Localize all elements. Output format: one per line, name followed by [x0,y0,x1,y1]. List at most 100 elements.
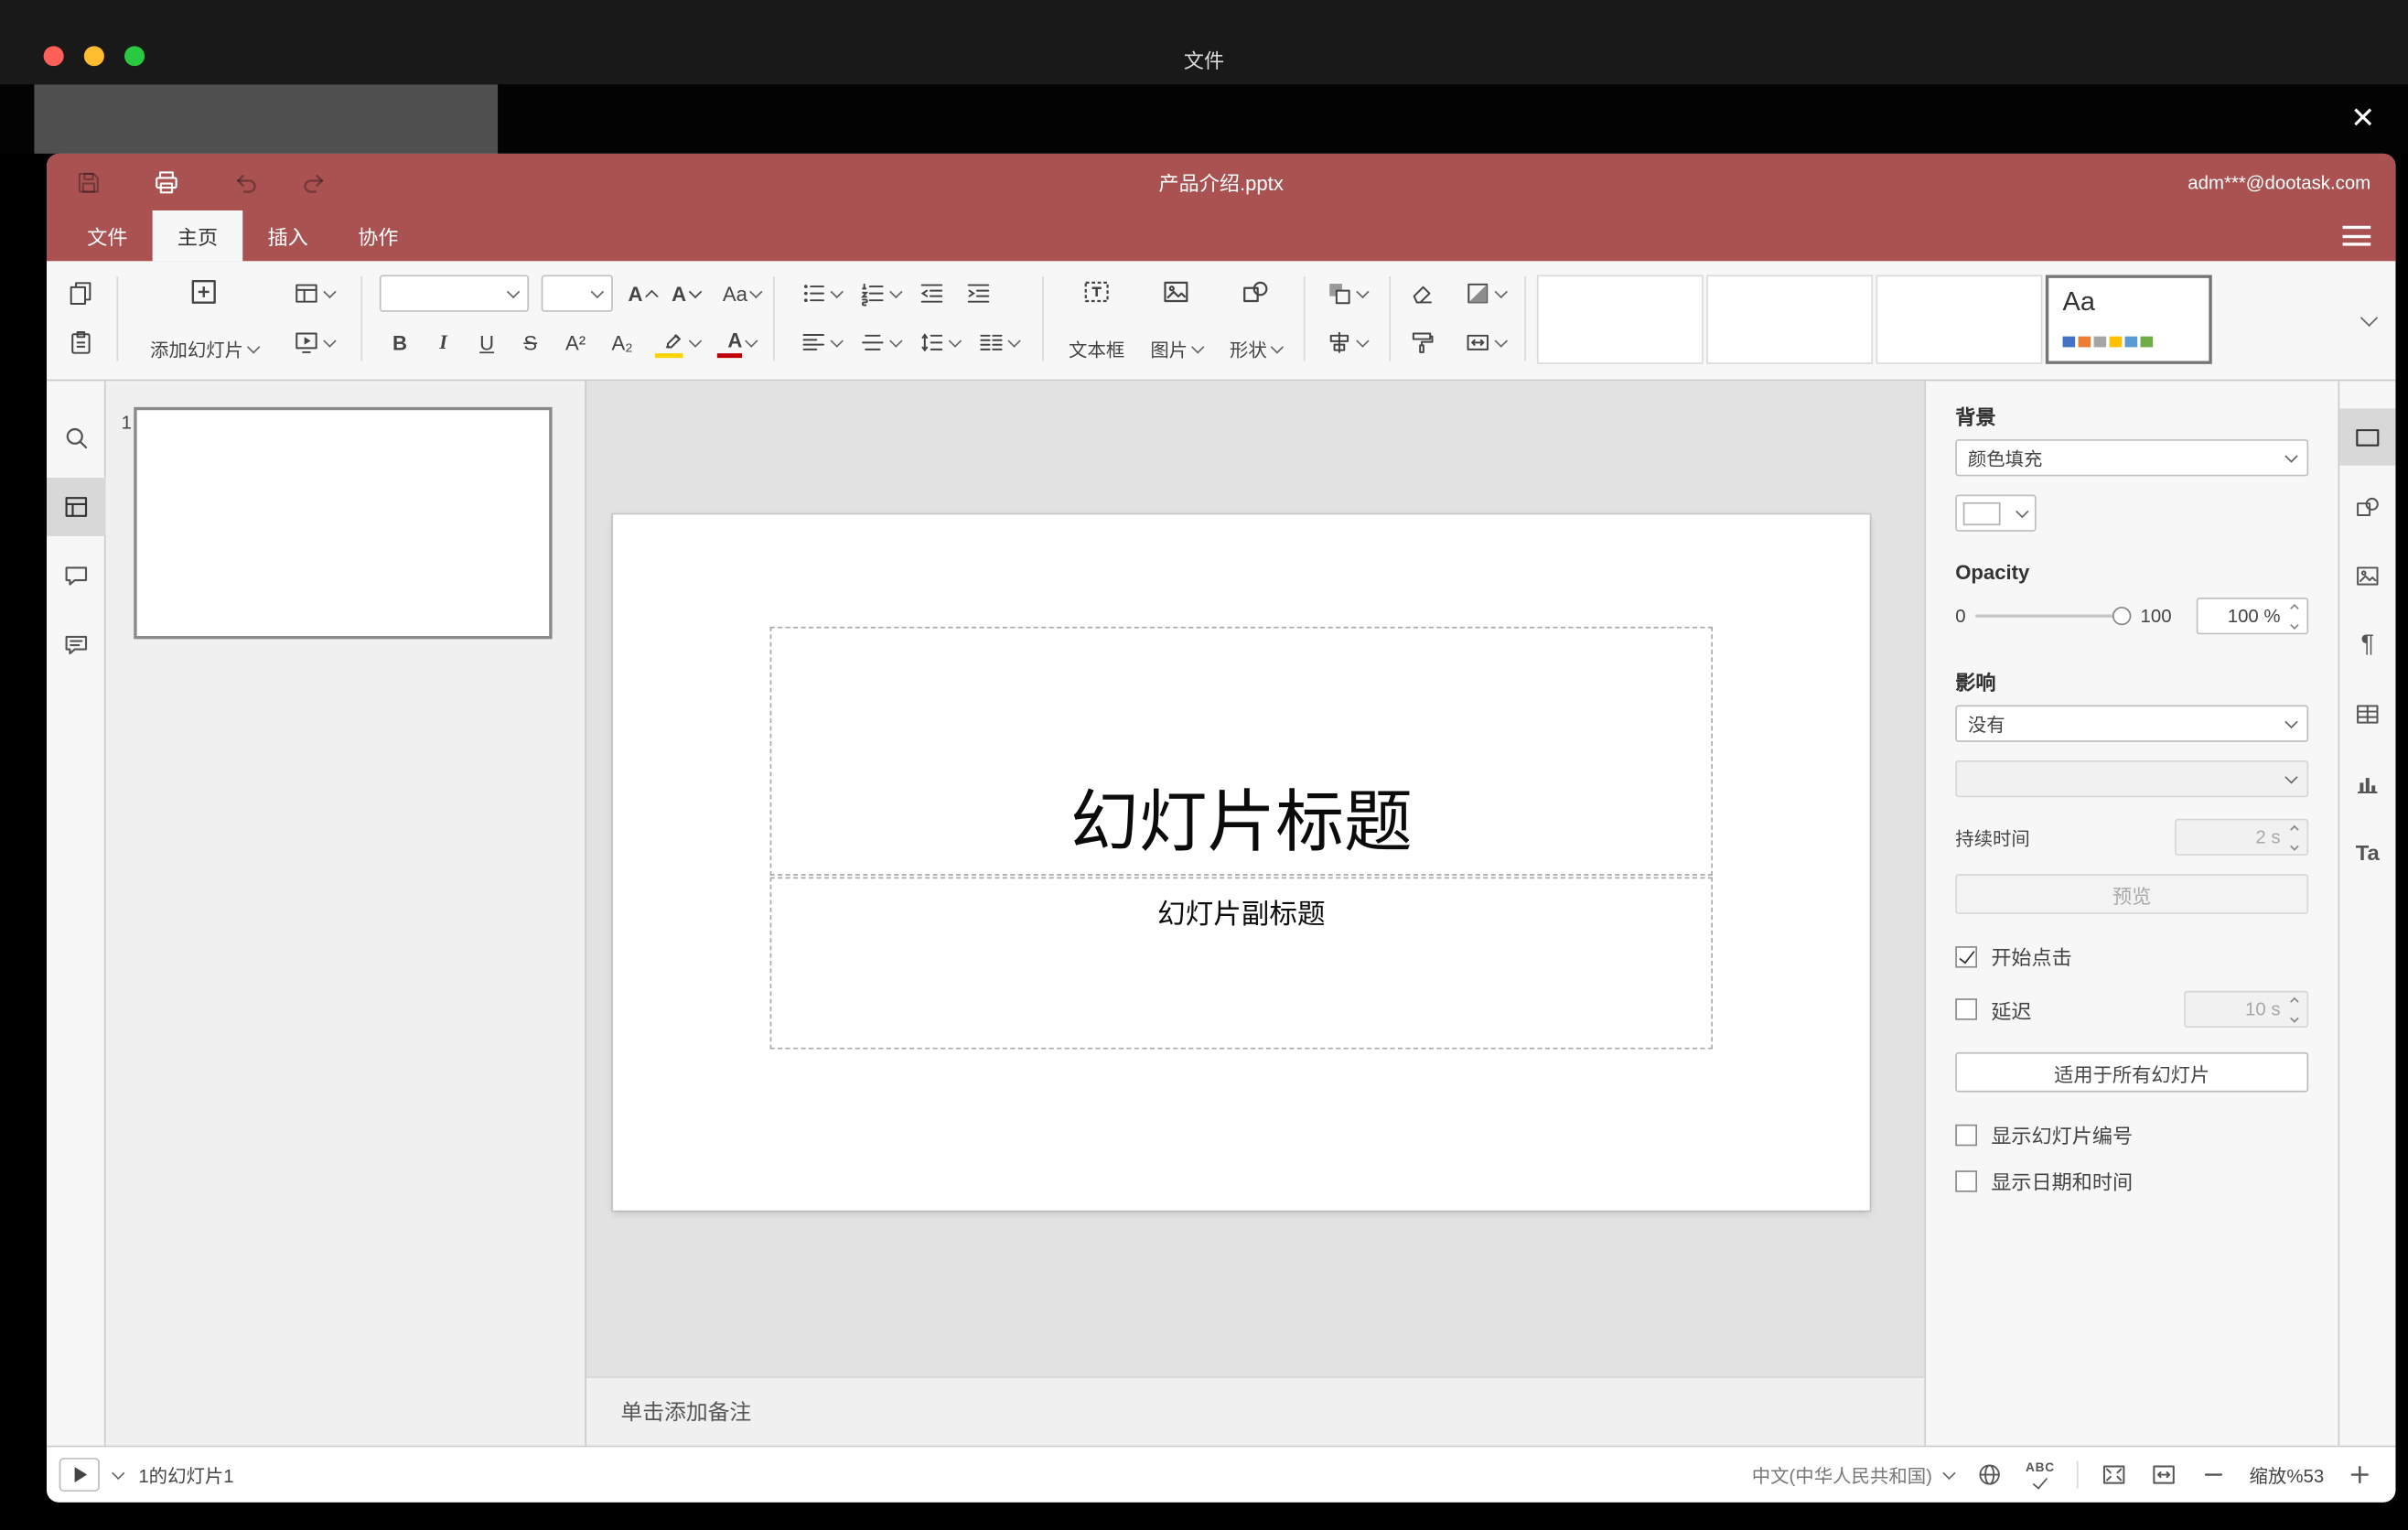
chart-settings-icon[interactable] [2338,754,2395,811]
save-icon[interactable] [70,165,108,201]
italic-button[interactable]: I [423,324,463,361]
slide-size-button[interactable] [1455,324,1514,361]
title-placeholder[interactable]: 幻灯片标题 [769,626,1713,876]
underline-button[interactable]: U [467,324,507,361]
slide-thumbnail-number: 1 [121,411,132,434]
horizontal-align-button[interactable] [793,324,846,361]
theme-option-3[interactable] [1876,275,2043,364]
fit-to-slide-icon[interactable] [2100,1460,2128,1488]
slide-canvas[interactable]: 幻灯片标题 幻灯片副标题 [612,514,1870,1211]
start-on-click-checkbox[interactable] [1955,945,1978,967]
feedback-icon[interactable] [47,616,105,674]
superscript-button[interactable]: A² [554,324,597,361]
chevron-down-icon [687,333,702,347]
increase-indent-button[interactable] [958,275,998,311]
numbered-list-button[interactable] [853,275,906,311]
menu-icon[interactable] [2342,225,2371,246]
align-shape-button[interactable] [1316,324,1375,361]
spin-up-icon[interactable] [2290,604,2299,613]
tab-insert[interactable]: 插入 [242,210,333,261]
spin-down-icon[interactable] [2290,620,2299,630]
show-date-time-checkbox[interactable] [1955,1169,1978,1191]
line-spacing-button[interactable] [911,324,964,361]
bold-button[interactable]: B [380,324,420,361]
zoom-in-icon[interactable] [2346,1460,2374,1488]
textart-settings-icon[interactable]: Ta [2338,824,2395,880]
user-email: adm***@dootask.com [2188,171,2371,193]
preview-button[interactable]: 预览 [1955,874,2309,914]
redo-icon[interactable] [296,165,333,201]
theme-gallery-expand-button[interactable] [2346,275,2386,363]
delay-spinner[interactable]: 10 s [2184,990,2309,1029]
text-language-button[interactable]: 中文(中华人民共和国) [1752,1461,1956,1488]
window-title: 文件 [1183,48,1225,72]
table-settings-icon[interactable] [2338,685,2395,742]
text-box-button[interactable]: 文本框 [1061,269,1133,373]
notes-area[interactable]: 单击添加备注 [586,1376,1925,1446]
theme-option-selected[interactable]: Aa [2045,275,2212,364]
screen: 文件 ✕ 产品介绍.pptx adm***@dootask.com 文件 主页 … [0,0,2408,1530]
background-color-select[interactable] [1955,494,2037,532]
show-slide-number-checkbox[interactable] [1955,1123,1978,1146]
undo-icon[interactable] [227,165,264,201]
strikethrough-button[interactable]: S [511,324,551,361]
comments-icon[interactable] [47,547,105,606]
document-language-icon[interactable] [1976,1460,2005,1488]
apply-to-all-slides-button[interactable]: 适用于所有幻灯片 [1955,1051,2309,1093]
shape-settings-icon[interactable] [2338,478,2395,534]
duration-spinner[interactable]: 2 s [2174,818,2309,857]
image-settings-icon[interactable] [2338,547,2395,604]
columns-button[interactable] [971,324,1024,361]
theme-option-2[interactable] [1706,275,1874,364]
slides-panel-icon[interactable] [47,478,105,536]
clear-style-button[interactable] [1402,275,1442,311]
print-icon[interactable] [148,165,186,201]
arrange-shape-button[interactable] [1316,275,1375,311]
opacity-slider[interactable] [1974,605,2132,627]
tab-collaboration[interactable]: 协作 [333,210,424,261]
copy-style-button[interactable] [1402,324,1442,361]
opacity-slider-knob[interactable] [2112,607,2132,626]
start-slideshow-button[interactable] [280,324,345,361]
effect-select[interactable]: 没有 [1955,705,2309,742]
delay-checkbox[interactable] [1955,998,1978,1020]
home-toolbar: 添加幻灯片 A A Aa B I U S A² A₂ A 文本框 图片 形状 A… [47,261,2396,382]
slide-settings-icon[interactable] [2338,408,2396,466]
slide-thumbnail-1[interactable] [134,406,553,640]
font-size-combo[interactable] [541,275,613,312]
background-fill-select[interactable]: 颜色填充 [1955,439,2309,477]
fit-to-width-icon[interactable] [2150,1460,2178,1488]
theme-option-1[interactable] [1536,275,1704,364]
tab-file[interactable]: 文件 [62,210,153,261]
decrease-indent-button[interactable] [911,275,951,311]
tab-home[interactable]: 主页 [152,210,243,262]
highlight-color-button[interactable] [650,324,706,361]
font-name-combo[interactable] [379,275,530,312]
chevron-down-icon[interactable] [112,1465,125,1480]
shape-fill-button[interactable] [1455,275,1514,311]
insert-image-button[interactable]: 图片 [1139,269,1214,373]
effect-type-select[interactable] [1955,760,2309,798]
bullet-list-button[interactable] [793,275,846,311]
insert-shape-button[interactable]: 形状 [1220,269,1291,373]
decrease-font-size-button[interactable]: A [666,275,706,311]
paste-button[interactable] [62,324,100,361]
vertical-align-button[interactable] [853,324,906,361]
subtitle-placeholder[interactable]: 幻灯片副标题 [769,877,1713,1050]
paragraph-settings-icon[interactable]: ¶ [2338,616,2395,673]
add-slide-button[interactable]: 添加幻灯片 [133,269,275,373]
spellcheck-icon[interactable]: ABC [2026,1460,2055,1489]
highlight-color-swatch [654,353,683,359]
slide-layout-button[interactable] [280,275,345,311]
start-slideshow-status-button[interactable] [59,1458,100,1492]
spin-up-icon [2290,824,2299,835]
change-case-button[interactable]: Aa [713,275,772,311]
opacity-spinner[interactable]: 100 % [2196,598,2309,635]
subscript-button[interactable]: A₂ [600,324,644,361]
increase-font-size-button[interactable]: A [622,275,662,311]
search-icon[interactable] [47,409,105,468]
close-icon[interactable]: ✕ [2343,98,2383,138]
font-color-button[interactable]: A [713,324,772,361]
copy-button[interactable] [62,275,100,311]
zoom-out-icon[interactable] [2199,1460,2228,1488]
